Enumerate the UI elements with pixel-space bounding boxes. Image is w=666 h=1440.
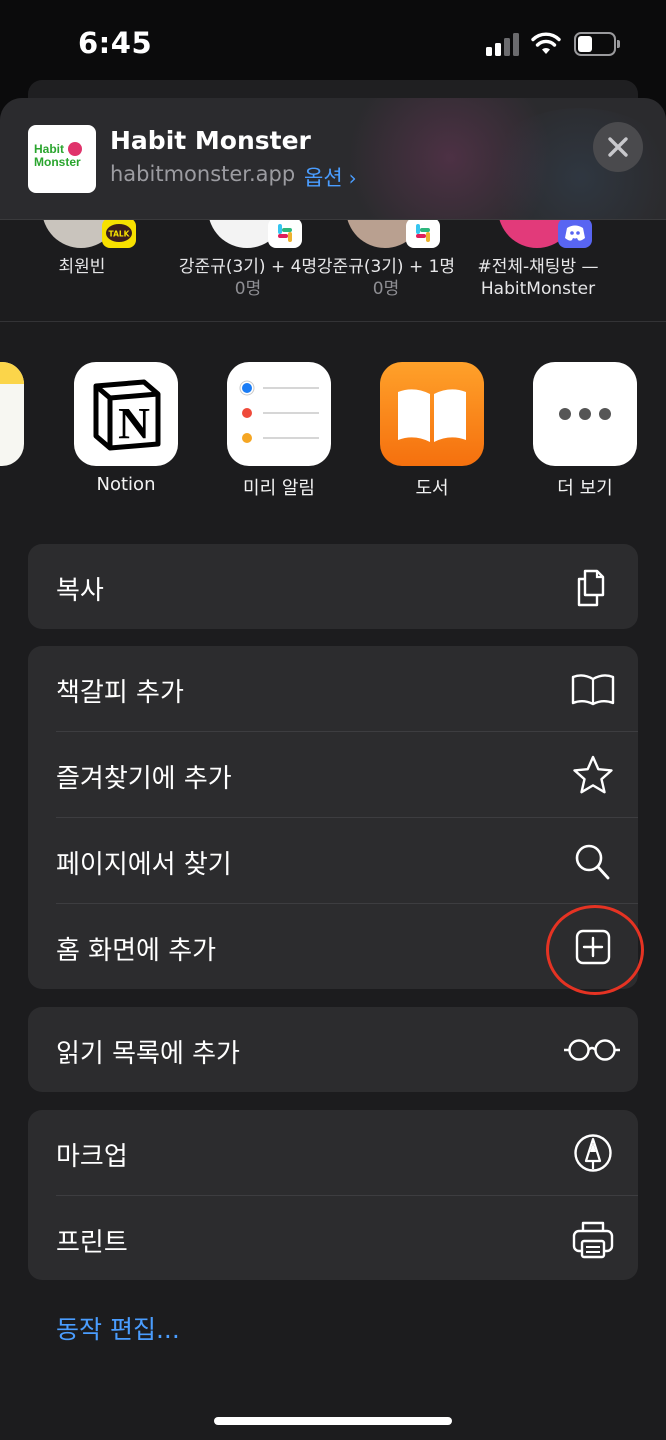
person-suggestion[interactable]: 강준규(3기) + 1명 0명	[306, 220, 466, 321]
action-label: 마크업	[56, 1142, 128, 1172]
app-label: 미리 알림	[243, 478, 315, 499]
battery-icon	[574, 32, 620, 56]
search-icon	[575, 844, 610, 880]
app-books[interactable]: 도서	[380, 362, 484, 502]
reminders-icon	[227, 362, 331, 466]
person-subtitle: 0명	[372, 279, 400, 299]
more-icon	[533, 362, 637, 466]
people-suggestions-row: TALK 최원빈 강준규(3기) + 4명 0명 강준규(3기) + 1명 0명	[0, 220, 666, 322]
highlight-annotation-circle	[546, 905, 644, 995]
edit-actions-link[interactable]: 동작 편집...	[56, 1310, 180, 1346]
options-link[interactable]: 옵션 ›	[304, 162, 357, 192]
action-group-page: 책갈피 추가 즐겨찾기에 추가 페이지에서 찾기 홈 화면에 추가	[28, 646, 638, 989]
books-icon	[380, 362, 484, 466]
markup-icon	[574, 1134, 612, 1172]
person-suggestion[interactable]: #전체-채팅방 — HabitMonster	[458, 220, 618, 321]
status-bar: 6:45	[0, 0, 666, 90]
person-suggestion[interactable]: 강준규(3기) + 4명 0명	[168, 220, 328, 321]
person-suggestion[interactable]: TALK 최원빈	[2, 220, 162, 321]
kakaotalk-icon: TALK	[102, 220, 136, 248]
action-label: 읽기 목록에 추가	[56, 1039, 240, 1069]
add-bookmark-action[interactable]: 책갈피 추가	[28, 646, 638, 732]
add-favorites-action[interactable]: 즐겨찾기에 추가	[28, 732, 638, 818]
person-name: #전체-채팅방 —	[477, 257, 599, 277]
printer-icon	[572, 1221, 614, 1259]
action-label: 책갈피 추가	[56, 678, 184, 708]
action-group-copy: 복사	[28, 544, 638, 629]
share-sheet: Habit Monster Habit Monster habitmonster.…	[0, 98, 666, 1440]
app-label: 더 보기	[557, 478, 613, 499]
svg-text:N: N	[118, 399, 150, 448]
print-action[interactable]: 프린트	[28, 1196, 638, 1280]
person-subtitle: HabitMonster	[480, 279, 596, 299]
share-sheet-header: Habit Monster Habit Monster habitmonster.…	[0, 98, 666, 220]
app-partial-notes[interactable]	[0, 362, 24, 502]
slack-icon	[268, 220, 302, 248]
discord-icon	[558, 220, 592, 248]
app-reminders[interactable]: 미리 알림	[227, 362, 331, 502]
chevron-right-icon: ›	[348, 166, 357, 190]
markup-action[interactable]: 마크업	[28, 1110, 638, 1196]
action-label: 프린트	[56, 1228, 128, 1258]
svg-text:TALK: TALK	[109, 230, 131, 239]
close-icon	[608, 137, 628, 157]
slack-icon	[406, 220, 440, 248]
action-label: 페이지에서 찾기	[56, 850, 232, 880]
wifi-icon	[531, 32, 561, 54]
app-label: Notion	[96, 474, 156, 495]
site-title: Habit Monster	[110, 126, 311, 155]
app-notion[interactable]: N Notion	[74, 362, 178, 502]
notion-icon: N	[74, 362, 178, 466]
site-logo-icon: Habit Monster	[28, 125, 96, 193]
action-label: 즐겨찾기에 추가	[56, 764, 232, 794]
add-reading-list-action[interactable]: 읽기 목록에 추가	[28, 1007, 638, 1092]
site-url: habitmonster.app	[110, 162, 296, 186]
glasses-icon	[564, 1039, 620, 1061]
person-name: 강준규(3기) + 1명	[316, 257, 456, 277]
copy-icon	[577, 569, 605, 607]
person-name: 강준규(3기) + 4명	[178, 257, 318, 277]
copy-action[interactable]: 복사	[28, 544, 638, 629]
action-label: 홈 화면에 추가	[56, 936, 217, 966]
home-indicator	[214, 1417, 452, 1425]
app-label: 도서	[415, 478, 449, 499]
app-more[interactable]: 더 보기	[533, 362, 637, 502]
status-time: 6:45	[78, 26, 153, 60]
action-label: 복사	[56, 576, 104, 606]
close-button[interactable]	[593, 122, 643, 172]
star-icon	[573, 755, 613, 794]
find-on-page-action[interactable]: 페이지에서 찾기	[28, 818, 638, 904]
action-group-reading-list: 읽기 목록에 추가	[28, 1007, 638, 1092]
book-icon	[571, 674, 615, 706]
cellular-signal-icon	[486, 32, 522, 56]
apps-row: N Notion 미리 알림 도서 더 보기	[0, 322, 666, 522]
person-subtitle: 0명	[234, 279, 262, 299]
action-group-tools: 마크업 프린트	[28, 1110, 638, 1280]
notes-icon	[0, 362, 24, 466]
person-name: 최원빈	[58, 257, 106, 277]
